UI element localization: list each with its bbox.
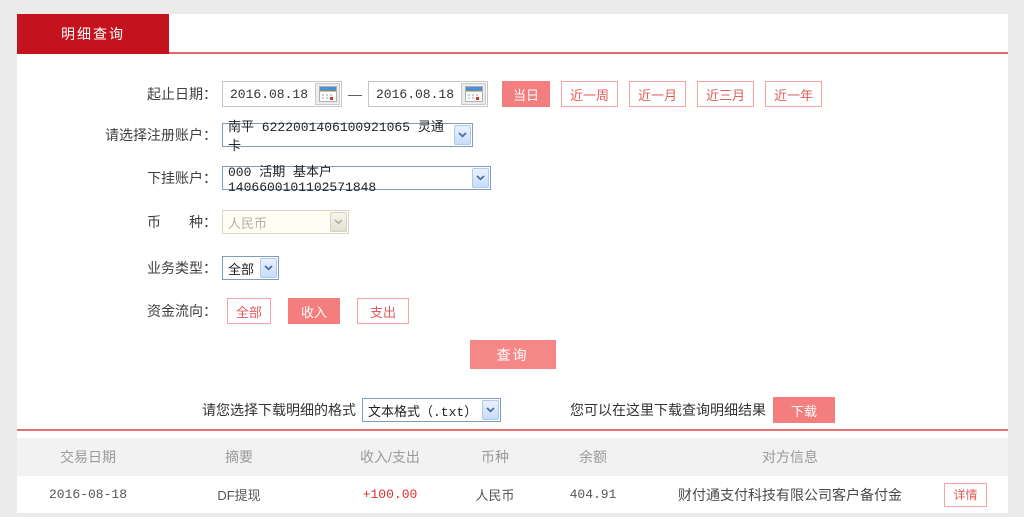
header-trade-date: 交易日期 [60,449,116,465]
currency-label: 币 种： [147,214,217,230]
cell-trade-date: 2016-08-18 [48,487,127,502]
quick-range-year-button[interactable]: 近一年 [765,81,823,107]
sub-account-select[interactable]: 000 活期 基本户 1406600101102571848 [222,165,491,195]
business-type-value: 全部 [228,262,255,278]
quick-range-week-button[interactable]: 近一周 [561,81,619,107]
start-date-input[interactable]: 2016.08.18 [222,81,342,107]
registered-account-label: 请选择注册账户： [105,127,217,143]
registered-account-row: 请选择注册账户： 南平 6222001406100921065 灵通卡 [17,120,1008,154]
business-type-select[interactable]: 全部 [222,256,279,280]
cell-action: 详情 [923,482,1008,507]
download-format-value: 文本格式（.txt） [368,404,478,420]
start-date-value: 2016.08.18 [229,86,308,102]
download-button[interactable]: 下载 [773,397,835,423]
flow-all-button[interactable]: 全部 [227,298,272,324]
header-summary: 摘要 [225,449,253,465]
quick-range-quarter-button[interactable]: 近三月 [697,81,755,107]
currency-value: 人民币 [228,216,268,232]
header-currency: 币种 [481,449,509,465]
end-date-value: 2016.08.18 [375,86,454,102]
detail-query-panel: 明细查询 起止日期： 2016.08.18 — 2016.08.18 当日 近一… [17,14,1008,513]
currency-select-disabled: 人民币 [222,210,349,234]
quick-range-today-button[interactable]: 当日 [502,81,551,107]
sub-account-value: 000 活期 基本户 1406600101102571848 [228,165,377,195]
download-format-select[interactable]: 文本格式（.txt） [362,398,501,422]
header-income-expense: 收入/支出 [360,449,420,465]
date-separator: — [348,86,362,102]
cell-counterparty: 财付通支付科技有限公司客户备付金 [678,486,902,503]
sub-account-row: 下挂账户： 000 活期 基本户 1406600101102571848 [17,165,1008,195]
query-form: 起止日期： 2016.08.18 — 2016.08.18 当日 近一周 近一月… [17,54,1008,513]
chevron-down-icon[interactable] [482,400,499,420]
header-counterparty: 对方信息 [762,449,818,465]
tab-bar: 明细查询 [17,14,1008,54]
table-top-divider [17,429,1008,431]
date-range-label: 起止日期： [147,86,217,102]
fund-flow-label: 资金流向： [147,303,217,319]
chevron-down-icon[interactable] [454,125,471,145]
table-header-row: 交易日期 摘要 收入/支出 币种 余额 对方信息 [17,438,1008,476]
cell-balance: 404.91 [569,487,617,502]
calendar-icon[interactable] [461,83,486,105]
registered-account-value: 南平 6222001406100921065 灵通卡 [228,120,444,154]
registered-account-select[interactable]: 南平 6222001406100921065 灵通卡 [222,120,473,154]
date-range-row: 起止日期： 2016.08.18 — 2016.08.18 当日 近一周 近一月… [17,81,1008,107]
cell-currency: 人民币 [475,488,515,503]
download-format-label: 请您选择下载明细的格式 [202,402,356,418]
calendar-icon[interactable] [315,83,340,105]
chevron-down-icon[interactable] [260,258,277,278]
detail-button[interactable]: 详情 [944,482,987,507]
flow-income-button[interactable]: 收入 [288,298,341,324]
chevron-down-icon[interactable] [472,168,489,188]
quick-range-month-button[interactable]: 近一月 [629,81,687,107]
query-button[interactable]: 查询 [469,340,556,369]
tab-detail-query[interactable]: 明细查询 [17,14,169,54]
cell-summary: DF提现 [217,488,261,503]
chevron-down-icon [330,212,347,232]
end-date-input[interactable]: 2016.08.18 [368,81,488,107]
header-balance: 余额 [579,449,607,465]
business-type-row: 业务类型： 全部 [17,256,1008,280]
download-row: 请您选择下载明细的格式 文本格式（.txt） 您可以在这里下载查询明细结果 下载 [17,396,1008,424]
sub-account-label: 下挂账户： [147,170,217,186]
table-row: 2016-08-18 DF提现 +100.00 人民币 404.91 财付通支付… [17,476,1008,513]
currency-row: 币 种： 人民币 [17,210,1008,234]
business-type-label: 业务类型： [147,260,217,276]
cell-amount: +100.00 [362,487,418,502]
fund-flow-row: 资金流向： 全部 收入 支出 [17,298,1008,324]
flow-expense-button[interactable]: 支出 [357,298,410,324]
download-hint-text: 您可以在这里下载查询明细结果 [570,402,766,418]
